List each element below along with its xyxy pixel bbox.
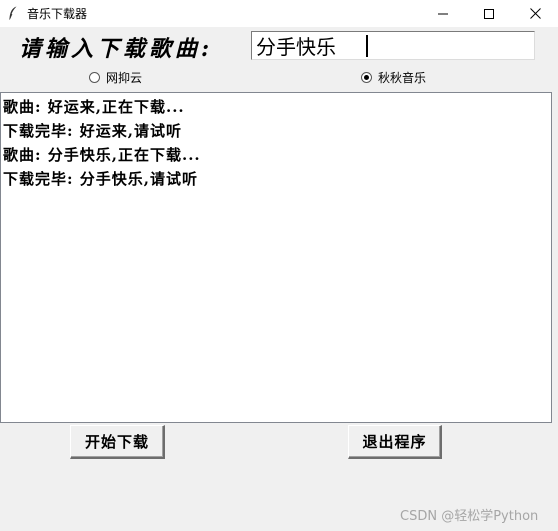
log-line: 歌曲: 好运来,正在下载... bbox=[3, 98, 185, 116]
close-icon bbox=[529, 8, 541, 19]
start-download-button[interactable]: 开始下载 bbox=[70, 425, 165, 459]
log-line: 下载完毕: 好运来,请试听 bbox=[3, 122, 182, 140]
text-caret bbox=[366, 35, 368, 57]
source-radio-label: 网抑云 bbox=[106, 71, 143, 85]
source-radio-label: 秋秋音乐 bbox=[378, 71, 427, 85]
radio-checked-icon bbox=[361, 72, 372, 83]
maximize-icon bbox=[484, 8, 494, 19]
log-line: 歌曲: 分手快乐,正在下载... bbox=[3, 146, 201, 164]
window-title: 音乐下载器 bbox=[27, 7, 88, 21]
quit-program-button[interactable]: 退出程序 bbox=[348, 425, 442, 459]
source-radio-wangyiyun[interactable]: 网抑云 bbox=[89, 69, 142, 86]
source-radio-qiuqiu[interactable]: 秋秋音乐 bbox=[361, 69, 426, 86]
feather-icon bbox=[9, 6, 17, 20]
title-bar[interactable]: 音乐下载器 bbox=[0, 0, 558, 27]
music-downloader-window: 音乐下载器 请输入下载歌曲: 网抑云 秋秋音乐 歌曲: 好运来,正在下载... bbox=[0, 0, 558, 531]
download-log-textbox[interactable]: 歌曲: 好运来,正在下载... 下载完毕: 好运来,请试听 歌曲: 分手快乐,正… bbox=[0, 92, 552, 423]
close-button[interactable] bbox=[512, 0, 558, 27]
log-line: 下载完毕: 分手快乐,请试听 bbox=[3, 170, 198, 188]
minimize-icon bbox=[438, 13, 448, 14]
minimize-button[interactable] bbox=[420, 0, 466, 27]
maximize-button[interactable] bbox=[466, 0, 512, 27]
song-name-input[interactable] bbox=[251, 31, 535, 60]
csdn-watermark: CSDN @轻松学Python bbox=[400, 509, 539, 524]
song-prompt-label: 请输入下载歌曲: bbox=[19, 36, 214, 62]
radio-unchecked-icon bbox=[89, 72, 100, 83]
